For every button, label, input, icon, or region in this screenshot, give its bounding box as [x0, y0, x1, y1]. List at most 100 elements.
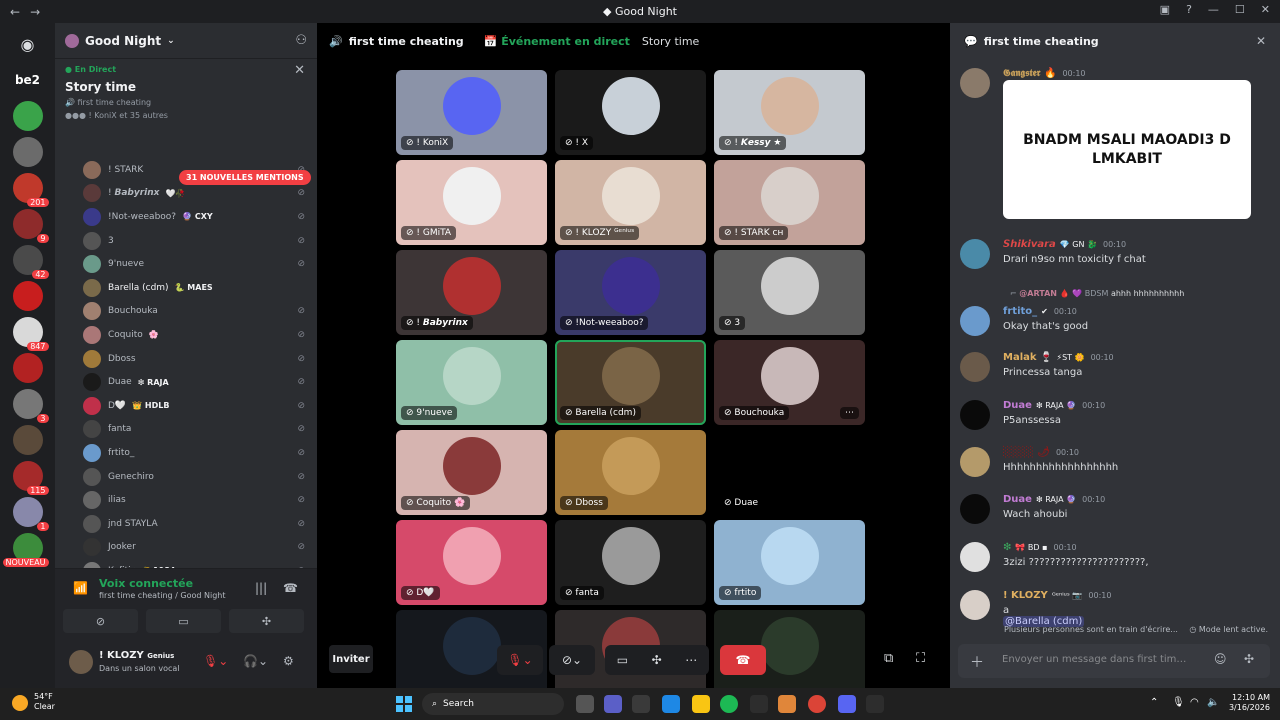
minimize-icon[interactable]: —: [1208, 3, 1219, 16]
voice-member[interactable]: ! 𝘽𝙖𝙗𝙮𝙧𝙞𝙣𝙭 🤍🥀 ⊘: [55, 182, 317, 206]
message-author[interactable]: ❇ 🎀 BD ▪ 00:10: [1003, 542, 1077, 553]
participant-tile[interactable]: ⊘ ! 𝘽𝙖𝙗𝙮𝙧𝙞𝙣𝙭: [396, 250, 547, 335]
message-author[interactable]: ! KLOZY ᴳᵉⁿⁱᵘˢ 📷 00:10: [1003, 590, 1111, 601]
voice-member[interactable]: fanta ⊘: [55, 418, 317, 442]
participant-tile[interactable]: ⊘ ! GMiTA: [396, 160, 547, 245]
noise-suppression-icon[interactable]: |||: [255, 581, 267, 595]
voice-member[interactable]: frtito_ ⊘: [55, 441, 317, 465]
app-icon-2[interactable]: [866, 695, 884, 713]
wifi-icon[interactable]: ◠: [1190, 697, 1199, 708]
story-label[interactable]: Story time: [642, 35, 699, 48]
attach-plus-icon[interactable]: ＋: [970, 652, 984, 672]
participant-tile[interactable]: ⊘ D🤍: [396, 520, 547, 605]
message-author[interactable]: frtito_ ✔ 00:10: [1003, 306, 1077, 317]
volume-icon[interactable]: 🔈: [1207, 697, 1219, 708]
teams-icon[interactable]: [604, 695, 622, 713]
headset-icon[interactable]: 🎧⌄: [243, 654, 268, 668]
voice-member[interactable]: Dboss ⊘: [55, 347, 317, 371]
server-icon[interactable]: be2: [13, 65, 43, 95]
discord-logo-icon[interactable]: ◉: [13, 29, 43, 59]
live-event-label[interactable]: 📅 Événement en direct: [484, 35, 630, 48]
camera-button[interactable]: ⊘⌄: [549, 645, 595, 675]
chrome-icon[interactable]: [808, 695, 826, 713]
close-icon[interactable]: ✕: [294, 63, 305, 78]
message-author[interactable]: 𝕲𝖆𝖓𝖌𝖘𝖙𝖊𝖗 🔥 00:10: [1003, 68, 1086, 79]
edge-icon[interactable]: [662, 695, 680, 713]
participant-tile[interactable]: ⊘ ! X: [555, 70, 706, 155]
emoji-icon[interactable]: ☺: [1214, 652, 1227, 666]
mic-toggle-button[interactable]: 🎙⌄: [497, 645, 543, 675]
disconnect-icon[interactable]: ☎: [283, 581, 298, 595]
inbox-icon[interactable]: ▣: [1160, 3, 1170, 16]
more-options-icon[interactable]: ⋯: [685, 653, 697, 667]
participant-tile[interactable]: ⊘ 3: [714, 250, 865, 335]
participant-tile[interactable]: ⊘ Bouchouka ⋯: [714, 340, 865, 425]
mute-icon[interactable]: 🎙⌄: [203, 654, 228, 668]
participant-tile[interactable]: ⊘ ! KoniX: [396, 70, 547, 155]
server-icon[interactable]: 201: [12, 173, 49, 207]
activities-icon[interactable]: ✣: [652, 653, 662, 667]
voice-member[interactable]: 3 ⊘: [55, 229, 317, 253]
participant-tile[interactable]: ⊘ ! KLOZY ᴳᵉⁿⁱᵘˢ: [555, 160, 706, 245]
avatar[interactable]: [69, 650, 93, 674]
server-icon[interactable]: 1: [12, 497, 49, 531]
back-arrow-icon[interactable]: ←: [10, 5, 20, 19]
avatar[interactable]: [960, 447, 990, 477]
avatar[interactable]: [960, 352, 990, 382]
spotify-icon[interactable]: [720, 695, 738, 713]
voice-connected-title[interactable]: Voix connectée: [99, 577, 193, 590]
avatar[interactable]: [960, 542, 990, 572]
windows-start-icon[interactable]: [396, 696, 412, 712]
voice-member[interactable]: Coquito 🌸 ⊘: [55, 323, 317, 347]
voice-member[interactable]: !Not-weeaboo? 🔮 CXY ⊘: [55, 205, 317, 229]
message-composer[interactable]: ＋ Envoyer un message dans first time ch.…: [958, 644, 1270, 678]
server-icon[interactable]: [12, 281, 43, 311]
widget-icon[interactable]: [632, 695, 650, 713]
add-user-icon[interactable]: ⚇: [295, 33, 307, 48]
leave-call-button[interactable]: ☎: [720, 645, 766, 675]
invite-button[interactable]: Inviter: [329, 645, 373, 673]
server-icon[interactable]: 847: [12, 317, 49, 351]
close-icon[interactable]: ✕: [1256, 34, 1266, 48]
voice-member[interactable]: Barella (cdm) 🐍 MAES: [55, 276, 317, 300]
voice-member[interactable]: Duae ❇ RAJA ⊘: [55, 370, 317, 394]
clock[interactable]: 12:10 AM 3/16/2026: [1229, 693, 1270, 714]
participant-tile[interactable]: ⊘ !Not-weeaboo?: [555, 250, 706, 335]
image-attachment[interactable]: BNADM MSALI MAOADI3 D LMKABIT: [1003, 80, 1251, 219]
live-event-panel[interactable]: ● En Direct Story time 🔊 first time chea…: [55, 59, 317, 126]
app-icon[interactable]: [778, 695, 796, 713]
task-view-icon[interactable]: [576, 695, 594, 713]
server-icon[interactable]: 3: [12, 389, 49, 423]
more-options-icon[interactable]: ⋯: [840, 407, 859, 419]
taskbar-search[interactable]: ⌕ Search: [422, 693, 564, 715]
participant-tile[interactable]: ⊘ fanta: [555, 520, 706, 605]
popout-icon[interactable]: ⧉: [884, 651, 893, 666]
screen-share-button[interactable]: ▭: [146, 609, 221, 633]
voice-member[interactable]: Jooker ⊘: [55, 536, 317, 560]
participant-tile[interactable]: ⊘ ! STARK ᴄʜ: [714, 160, 865, 245]
participant-tile[interactable]: ⊘ ! 𝙆𝙚𝙨𝙨𝙮 ★: [714, 70, 865, 155]
server-header[interactable]: Good Night ⌄ ⚇: [55, 23, 317, 59]
camera-toggle-button[interactable]: ⊘: [63, 609, 138, 633]
fullscreen-icon[interactable]: ⛶: [916, 651, 925, 666]
tray-chevron-icon[interactable]: ⌃: [1150, 697, 1158, 708]
voice-member[interactable]: Bouchouka ⊘: [55, 300, 317, 324]
apps-icon[interactable]: ✣: [1244, 652, 1254, 666]
avatar[interactable]: [960, 494, 990, 524]
avatar[interactable]: [960, 239, 990, 269]
discord-icon[interactable]: [838, 695, 856, 713]
whatsapp-icon[interactable]: [750, 695, 768, 713]
participant-tile[interactable]: ⊘ frtito: [714, 520, 865, 605]
server-icon[interactable]: 9: [12, 209, 49, 243]
mic-tray-icon[interactable]: 🎙: [1172, 697, 1185, 708]
message-author[interactable]: 𝙎𝙝𝙞𝙠𝙞𝙫𝙖𝙧𝙖 💎 GN 🐉 00:10: [1003, 239, 1126, 250]
server-icon[interactable]: [12, 137, 43, 167]
server-icon[interactable]: [12, 353, 43, 383]
voice-connected-channel[interactable]: first time cheating / Good Night: [99, 591, 225, 600]
voice-member[interactable]: 9'nueve ⊘: [55, 252, 317, 276]
message-author[interactable]: Duae ❇ RAJA 🔮 00:10: [1003, 400, 1105, 411]
message-author[interactable]: ░░░░ 🌶 00:10: [1003, 447, 1079, 458]
maximize-icon[interactable]: ☐: [1235, 3, 1245, 16]
settings-gear-icon[interactable]: ⚙: [283, 654, 294, 668]
screen-share-icon[interactable]: ▭: [617, 653, 628, 667]
